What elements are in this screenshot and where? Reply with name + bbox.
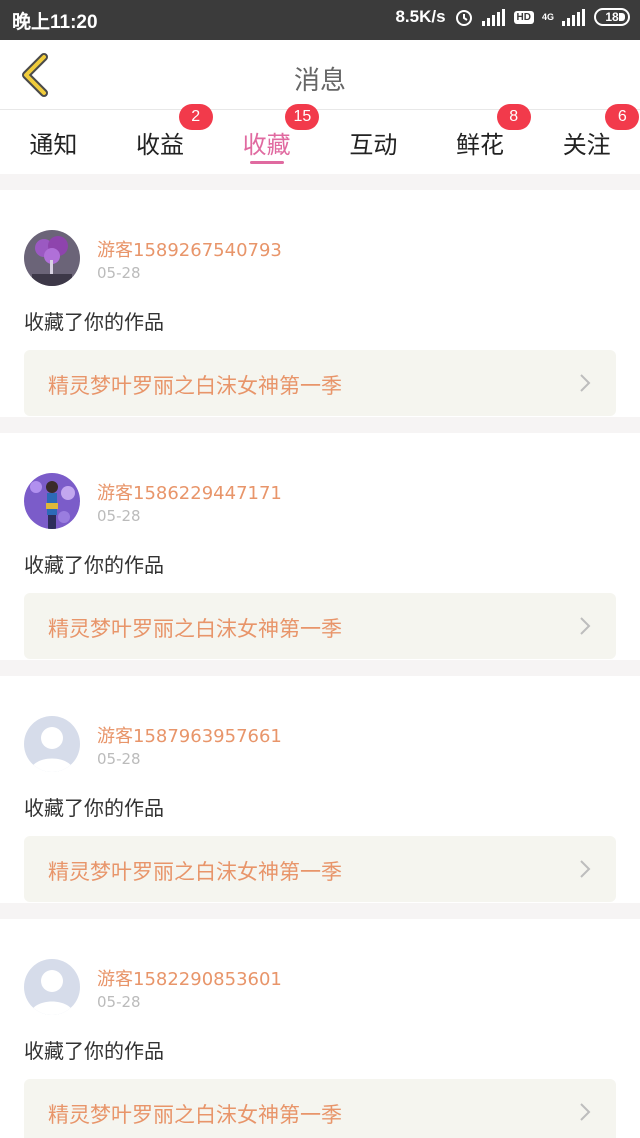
divider [0, 174, 640, 190]
count-badge: 2 [178, 104, 213, 130]
work-title: 精灵梦叶罗丽之白沫女神第一季 [48, 860, 342, 884]
chevron-right-icon [580, 374, 591, 392]
status-icons: 8.5K/s HD 4G 18 [395, 7, 630, 27]
tab-flowers[interactable]: 鲜花 8 [427, 104, 534, 174]
action-text: 收藏了你的作品 [24, 553, 164, 577]
tab-notifications[interactable]: 通知 [0, 110, 107, 174]
tab-favorites[interactable]: 收藏 15 [213, 104, 320, 174]
timestamp: 05-28 [97, 993, 141, 1011]
active-tab-indicator [249, 161, 284, 164]
divider [0, 417, 640, 433]
avatar[interactable] [24, 716, 80, 772]
tab-bar: 通知 收益 2 收藏 15 互动 鲜花 8 关注 6 [0, 104, 640, 174]
work-link[interactable]: 精灵梦叶罗丽之白沫女神第一季 [24, 836, 616, 902]
avatar[interactable] [24, 473, 80, 529]
username[interactable]: 游客1587963957661 [97, 722, 282, 748]
tab-label: 收益 [136, 130, 184, 159]
net-type: 4G [541, 11, 554, 22]
battery-level: 18 [605, 10, 619, 24]
divider [0, 903, 640, 919]
username[interactable]: 游客1586229447171 [97, 479, 282, 505]
list-item: 游客1587963957661 05-28 收藏了你的作品 精灵梦叶罗丽之白沫女… [0, 676, 640, 903]
net-speed: 8.5K/s [395, 7, 446, 26]
chevron-right-icon [580, 617, 591, 635]
signal-icon [481, 9, 505, 26]
purple-flower-avatar-icon [24, 230, 80, 286]
count-badge: 8 [496, 104, 531, 130]
alarm-icon [455, 10, 472, 26]
list-item: 游客1589267540793 05-28 收藏了你的作品 精灵梦叶罗丽之白沫女… [0, 190, 640, 417]
work-title: 精灵梦叶罗丽之白沫女神第一季 [48, 1103, 342, 1127]
action-text: 收藏了你的作品 [24, 310, 164, 334]
list-item: 游客1582290853601 05-28 收藏了你的作品 精灵梦叶罗丽之白沫女… [0, 919, 640, 1138]
action-text: 收藏了你的作品 [24, 796, 164, 820]
count-badge: 15 [285, 104, 320, 130]
avatar[interactable] [24, 959, 80, 1015]
divider [0, 660, 640, 676]
favorites-list: 游客1589267540793 05-28 收藏了你的作品 精灵梦叶罗丽之白沫女… [0, 174, 640, 1138]
tab-label: 通知 [29, 130, 78, 159]
action-text: 收藏了你的作品 [24, 1039, 164, 1063]
work-link[interactable]: 精灵梦叶罗丽之白沫女神第一季 [24, 350, 616, 416]
default-avatar-icon [24, 716, 80, 772]
doll-avatar-icon [24, 473, 80, 529]
list-item: 游客1586229447171 05-28 收藏了你的作品 精灵梦叶罗丽之白沫女… [0, 433, 640, 660]
work-link[interactable]: 精灵梦叶罗丽之白沫女神第一季 [24, 593, 616, 659]
tab-interactions[interactable]: 互动 [320, 110, 427, 174]
work-title: 精灵梦叶罗丽之白沫女神第一季 [48, 374, 342, 398]
work-title: 精灵梦叶罗丽之白沫女神第一季 [48, 617, 342, 641]
hd-badge: HD [513, 10, 534, 24]
tab-label: 关注 [562, 130, 611, 159]
tab-label: 互动 [349, 130, 398, 159]
battery-icon: 18 [594, 8, 630, 26]
count-badge: 6 [605, 104, 640, 130]
chevron-right-icon [580, 860, 591, 878]
page-title: 消息 [293, 66, 346, 96]
timestamp: 05-28 [97, 750, 141, 768]
status-bar: 晚上11:20 8.5K/s HD 4G 18 [0, 0, 640, 40]
default-avatar-icon [24, 959, 80, 1015]
work-link[interactable]: 精灵梦叶罗丽之白沫女神第一季 [24, 1079, 616, 1138]
chevron-right-icon [580, 1103, 591, 1121]
tab-follows[interactable]: 关注 6 [533, 104, 640, 174]
tab-earnings[interactable]: 收益 2 [107, 104, 214, 174]
tab-label: 收藏 [242, 130, 291, 159]
status-time: 晚上11:20 [12, 12, 98, 33]
signal-4g-icon [562, 9, 585, 26]
avatar[interactable] [24, 230, 80, 286]
header: 消息 [0, 40, 640, 110]
tab-label: 鲜花 [456, 130, 505, 159]
username[interactable]: 游客1589267540793 [97, 236, 282, 262]
timestamp: 05-28 [97, 264, 141, 282]
timestamp: 05-28 [97, 507, 141, 525]
username[interactable]: 游客1582290853601 [97, 965, 282, 991]
